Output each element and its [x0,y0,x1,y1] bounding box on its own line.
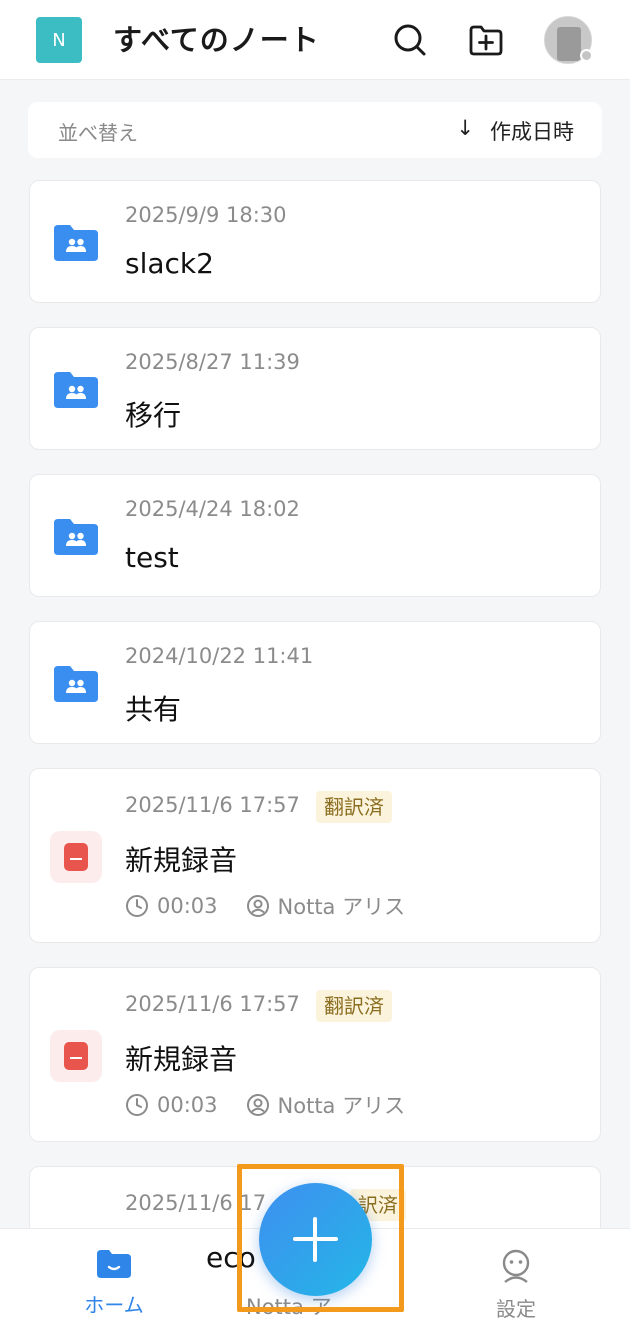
recording-icon [50,1030,102,1082]
recording-card[interactable]: 2025/11/6 17:57 翻訳済 新規録音 00:03 Notta アリス [29,967,601,1142]
recording-icon [50,831,102,883]
clock-icon [126,1094,148,1116]
home-folder-icon [97,1250,131,1278]
app-header: N すべてのノート [0,0,630,80]
sort-label: 並べ替え [58,121,138,145]
shared-folder-icon [54,666,98,702]
owner-name: Notta アリス [277,1094,406,1118]
card-date: 2025/9/9 18:30 [125,203,287,227]
translated-badge: 翻訳済 [316,990,392,1022]
card-title: slack2 [125,247,214,280]
partial-title: eco [206,1241,256,1274]
duration: 00:03 [157,1093,218,1117]
settings-face-icon [502,1249,530,1283]
user-icon [246,895,269,917]
card-title: test [125,541,179,574]
card-title: 移行 [125,399,182,432]
card-date: 2025/11/6 17:57 [125,793,300,817]
shared-folder-icon [54,372,98,408]
card-date: 2024/10/22 11:41 [125,644,314,668]
workspace-logo[interactable]: N [36,17,82,63]
nav-home-label: ホーム [84,1293,144,1317]
shared-folder-icon [54,519,98,555]
card-meta: 00:03 Notta アリス [125,891,405,921]
folder-card[interactable]: 2025/9/9 18:30 slack2 [29,180,601,303]
folder-card[interactable]: 2024/10/22 11:41 共有 [29,621,601,744]
user-icon [246,1094,269,1116]
new-folder-icon[interactable] [467,21,505,59]
card-title: 新規録音 [125,844,238,877]
nav-settings[interactable]: 設定 [480,1249,552,1322]
plus-icon-vertical [313,1217,317,1262]
duration: 00:03 [157,894,218,918]
page-title: すべてのノート [113,23,320,57]
status-dot [580,49,593,62]
card-title: 共有 [125,693,182,726]
card-date: 2025/11/6 17:57 [125,992,300,1016]
add-recording-button[interactable] [259,1183,372,1296]
recording-card[interactable]: 2025/11/6 17:57 翻訳済 新規録音 00:03 Notta アリス [29,768,601,943]
sort-value[interactable]: 作成日時 [490,116,574,146]
nav-settings-label: 設定 [496,1297,536,1321]
card-title: 新規録音 [125,1043,238,1076]
owner-name: Notta アリス [277,895,406,919]
shared-folder-icon [54,225,98,261]
search-icon[interactable] [391,21,429,59]
avatar-image [557,27,581,61]
translated-badge: 翻訳済 [316,791,392,823]
clock-icon [126,895,148,917]
sort-bar[interactable]: 並べ替え ↓ 作成日時 [28,102,602,158]
card-date: 2025/11/6 17 [125,1191,267,1215]
folder-card[interactable]: 2025/8/27 11:39 移行 [29,327,601,450]
card-date: 2025/8/27 11:39 [125,350,300,374]
sort-direction-icon[interactable]: ↓ [456,116,474,140]
card-date: 2025/4/24 18:02 [125,497,300,521]
nav-home[interactable]: ホーム [78,1249,150,1318]
card-meta: 00:03 Notta アリス [125,1090,405,1120]
folder-card[interactable]: 2025/4/24 18:02 test [29,474,601,597]
